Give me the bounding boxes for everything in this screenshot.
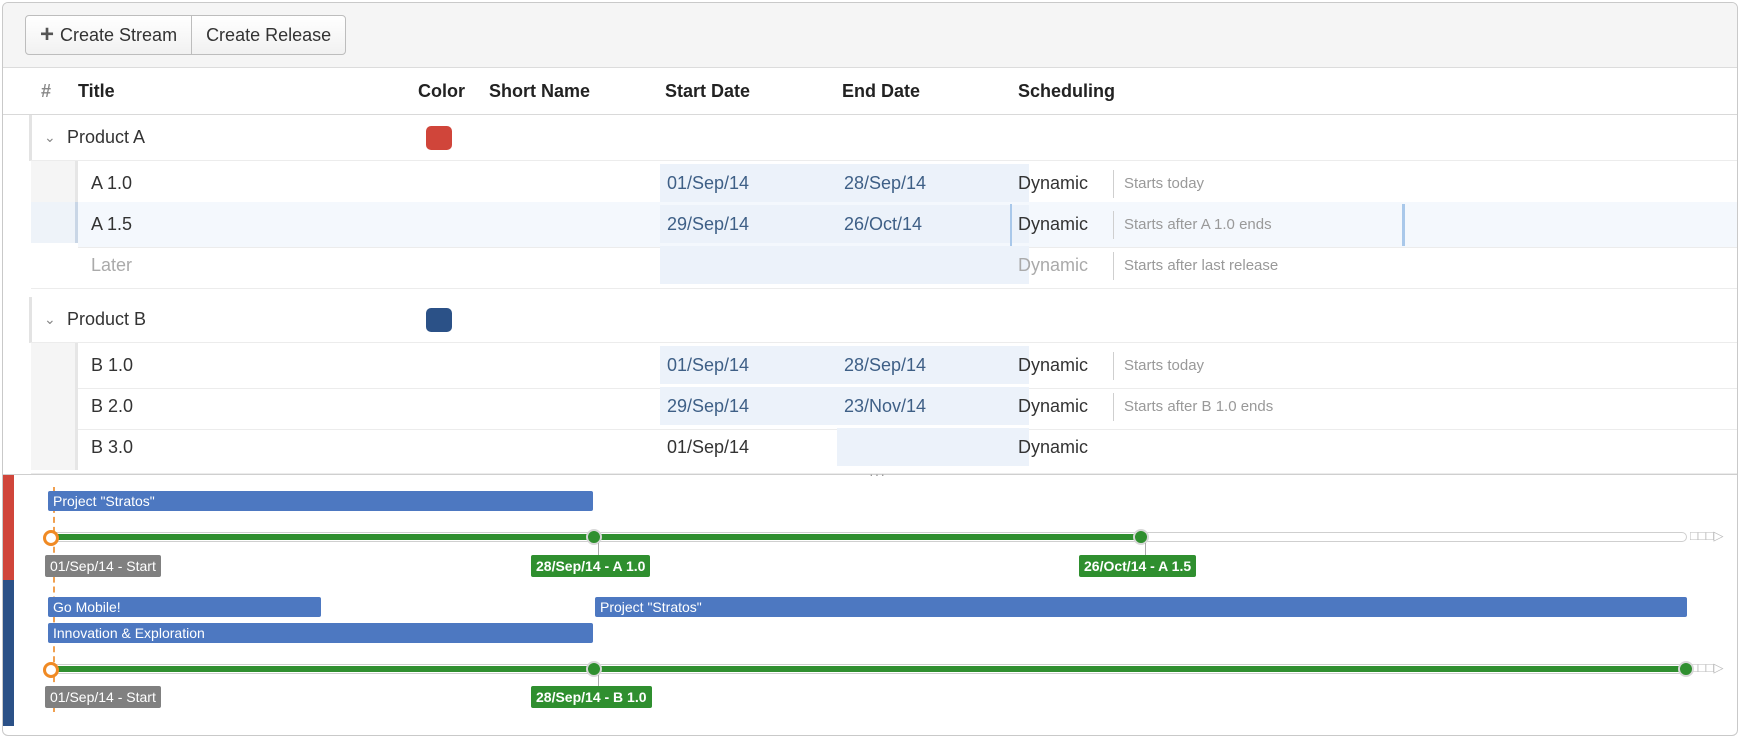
end-date-cell[interactable]: 26/Oct/14: [837, 205, 1029, 243]
project-bar-stratos-b[interactable]: Project "Stratos": [595, 597, 1687, 617]
timeline-panel: Project "Stratos" □□□▷ 01/Sep/14 - Start…: [3, 475, 1737, 735]
selection-edge-left: [1010, 204, 1012, 246]
milestone-label-start-a[interactable]: 01/Sep/14 - Start: [45, 555, 161, 577]
scheduling-hint: Starts after B 1.0 ends: [1113, 393, 1273, 421]
end-date-cell[interactable]: 23/Nov/14: [837, 387, 1029, 425]
start-date-cell[interactable]: 01/Sep/14: [660, 346, 852, 384]
column-header-title[interactable]: Title: [78, 68, 115, 114]
milestone-tick: [598, 543, 599, 555]
end-date-cell[interactable]: 28/Sep/14: [837, 346, 1029, 384]
milestone-label-b-1-0[interactable]: 28/Sep/14 - B 1.0: [531, 686, 652, 708]
selection-edge-right: [1402, 204, 1405, 246]
column-header-short-name[interactable]: Short Name: [489, 68, 590, 114]
scheduling-hint: Starts after A 1.0 ends: [1113, 211, 1272, 239]
stream-b-progress: [48, 666, 1684, 672]
milestone-start-a[interactable]: [43, 530, 59, 546]
release-title[interactable]: A 1.5: [91, 202, 132, 247]
end-date-cell[interactable]: [837, 428, 1029, 466]
stream-row-product-a[interactable]: ⌄ Product A: [29, 115, 1737, 161]
color-swatch-red[interactable]: [426, 126, 452, 150]
milestone-label-a-1-5[interactable]: 26/Oct/14 - A 1.5: [1079, 555, 1197, 577]
release-title[interactable]: B 3.0: [91, 425, 133, 470]
app-window: + Create Stream Create Release # Title C…: [2, 2, 1738, 736]
scheduling-hint: Starts today: [1113, 170, 1204, 198]
release-row-a-1-0[interactable]: A 1.0 01/Sep/14 28/Sep/14 Dynamic Starts…: [31, 161, 1737, 207]
release-title[interactable]: A 1.0: [91, 161, 132, 206]
scheduling-value[interactable]: Dynamic: [1018, 425, 1088, 470]
track-end-icon: □□□▷: [1690, 660, 1724, 675]
milestone-label-a-1-0[interactable]: 28/Sep/14 - A 1.0: [531, 555, 651, 577]
row-gutter: [31, 384, 78, 429]
scheduling-value[interactable]: Dynamic: [1018, 343, 1088, 388]
stream-b-stripe: [3, 580, 14, 726]
create-stream-label: Create Stream: [60, 25, 178, 45]
row-gutter: [31, 202, 78, 247]
row-gutter: [31, 161, 78, 206]
toolbar: + Create Stream Create Release: [3, 3, 1737, 68]
stream-a-stripe: [3, 475, 14, 580]
column-header-end-date[interactable]: End Date: [842, 68, 920, 114]
plus-icon: +: [40, 21, 55, 48]
scheduling-hint: Starts after last release: [1113, 252, 1278, 280]
milestone-b-end[interactable]: [1678, 661, 1694, 677]
start-date-cell[interactable]: 29/Sep/14: [660, 387, 852, 425]
start-date-cell[interactable]: [660, 246, 852, 284]
milestone-a-1-0[interactable]: [586, 529, 602, 545]
release-row-later[interactable]: Later Dynamic Starts after last release: [31, 243, 1737, 289]
scheduling-value[interactable]: Dynamic: [1018, 161, 1088, 206]
row-gutter: [31, 343, 78, 388]
release-title[interactable]: B 1.0: [91, 343, 133, 388]
stream-row-product-b[interactable]: ⌄ Product B: [29, 297, 1737, 343]
column-header-start-date[interactable]: Start Date: [665, 68, 750, 114]
row-gutter: [31, 425, 78, 470]
milestone-label-start-b[interactable]: 01/Sep/14 - Start: [45, 686, 161, 708]
release-row-a-1-5[interactable]: A 1.5 29/Sep/14 26/Oct/14 Dynamic Starts…: [31, 202, 1737, 248]
project-bar-go-mobile[interactable]: Go Mobile!: [48, 597, 321, 617]
stream-title[interactable]: Product B: [67, 297, 146, 342]
start-date-cell[interactable]: 01/Sep/14: [660, 164, 852, 202]
color-swatch-blue[interactable]: [426, 308, 452, 332]
milestone-a-1-5[interactable]: [1133, 529, 1149, 545]
track-end-icon: □□□▷: [1690, 528, 1724, 543]
column-header-color[interactable]: Color: [418, 68, 465, 114]
create-stream-button[interactable]: + Create Stream: [26, 16, 191, 54]
column-header-scheduling[interactable]: Scheduling: [1018, 68, 1115, 114]
chevron-down-icon[interactable]: ⌄: [44, 115, 56, 160]
release-title[interactable]: B 2.0: [91, 384, 133, 429]
project-bar-innovation[interactable]: Innovation & Exploration: [48, 623, 593, 643]
chevron-down-icon[interactable]: ⌄: [44, 297, 56, 342]
milestone-start-b[interactable]: [43, 662, 59, 678]
scheduling-value[interactable]: Dynamic: [1018, 243, 1088, 288]
release-title[interactable]: Later: [91, 243, 132, 288]
scheduling-hint: Starts today: [1113, 352, 1204, 380]
end-date-cell[interactable]: 28/Sep/14: [837, 164, 1029, 202]
table-header: # Title Color Short Name Start Date End …: [3, 68, 1737, 115]
release-row-b-1-0[interactable]: B 1.0 01/Sep/14 28/Sep/14 Dynamic Starts…: [31, 343, 1737, 389]
milestone-b-1-0[interactable]: [586, 661, 602, 677]
release-row-b-2-0[interactable]: B 2.0 29/Sep/14 23/Nov/14 Dynamic Starts…: [31, 384, 1737, 430]
toolbar-button-group: + Create Stream Create Release: [25, 15, 347, 55]
project-bar-stratos-a[interactable]: Project "Stratos": [48, 491, 593, 511]
start-date-cell[interactable]: 01/Sep/14: [660, 428, 852, 466]
scheduling-value[interactable]: Dynamic: [1018, 384, 1088, 429]
scheduling-value[interactable]: Dynamic: [1018, 202, 1088, 247]
start-date-cell[interactable]: 29/Sep/14: [660, 205, 852, 243]
row-gutter: [31, 243, 78, 288]
column-header-number[interactable]: #: [41, 68, 51, 114]
create-release-button[interactable]: Create Release: [191, 16, 345, 54]
stream-title[interactable]: Product A: [67, 115, 145, 160]
end-date-cell[interactable]: [837, 246, 1029, 284]
milestone-tick: [1145, 543, 1146, 555]
